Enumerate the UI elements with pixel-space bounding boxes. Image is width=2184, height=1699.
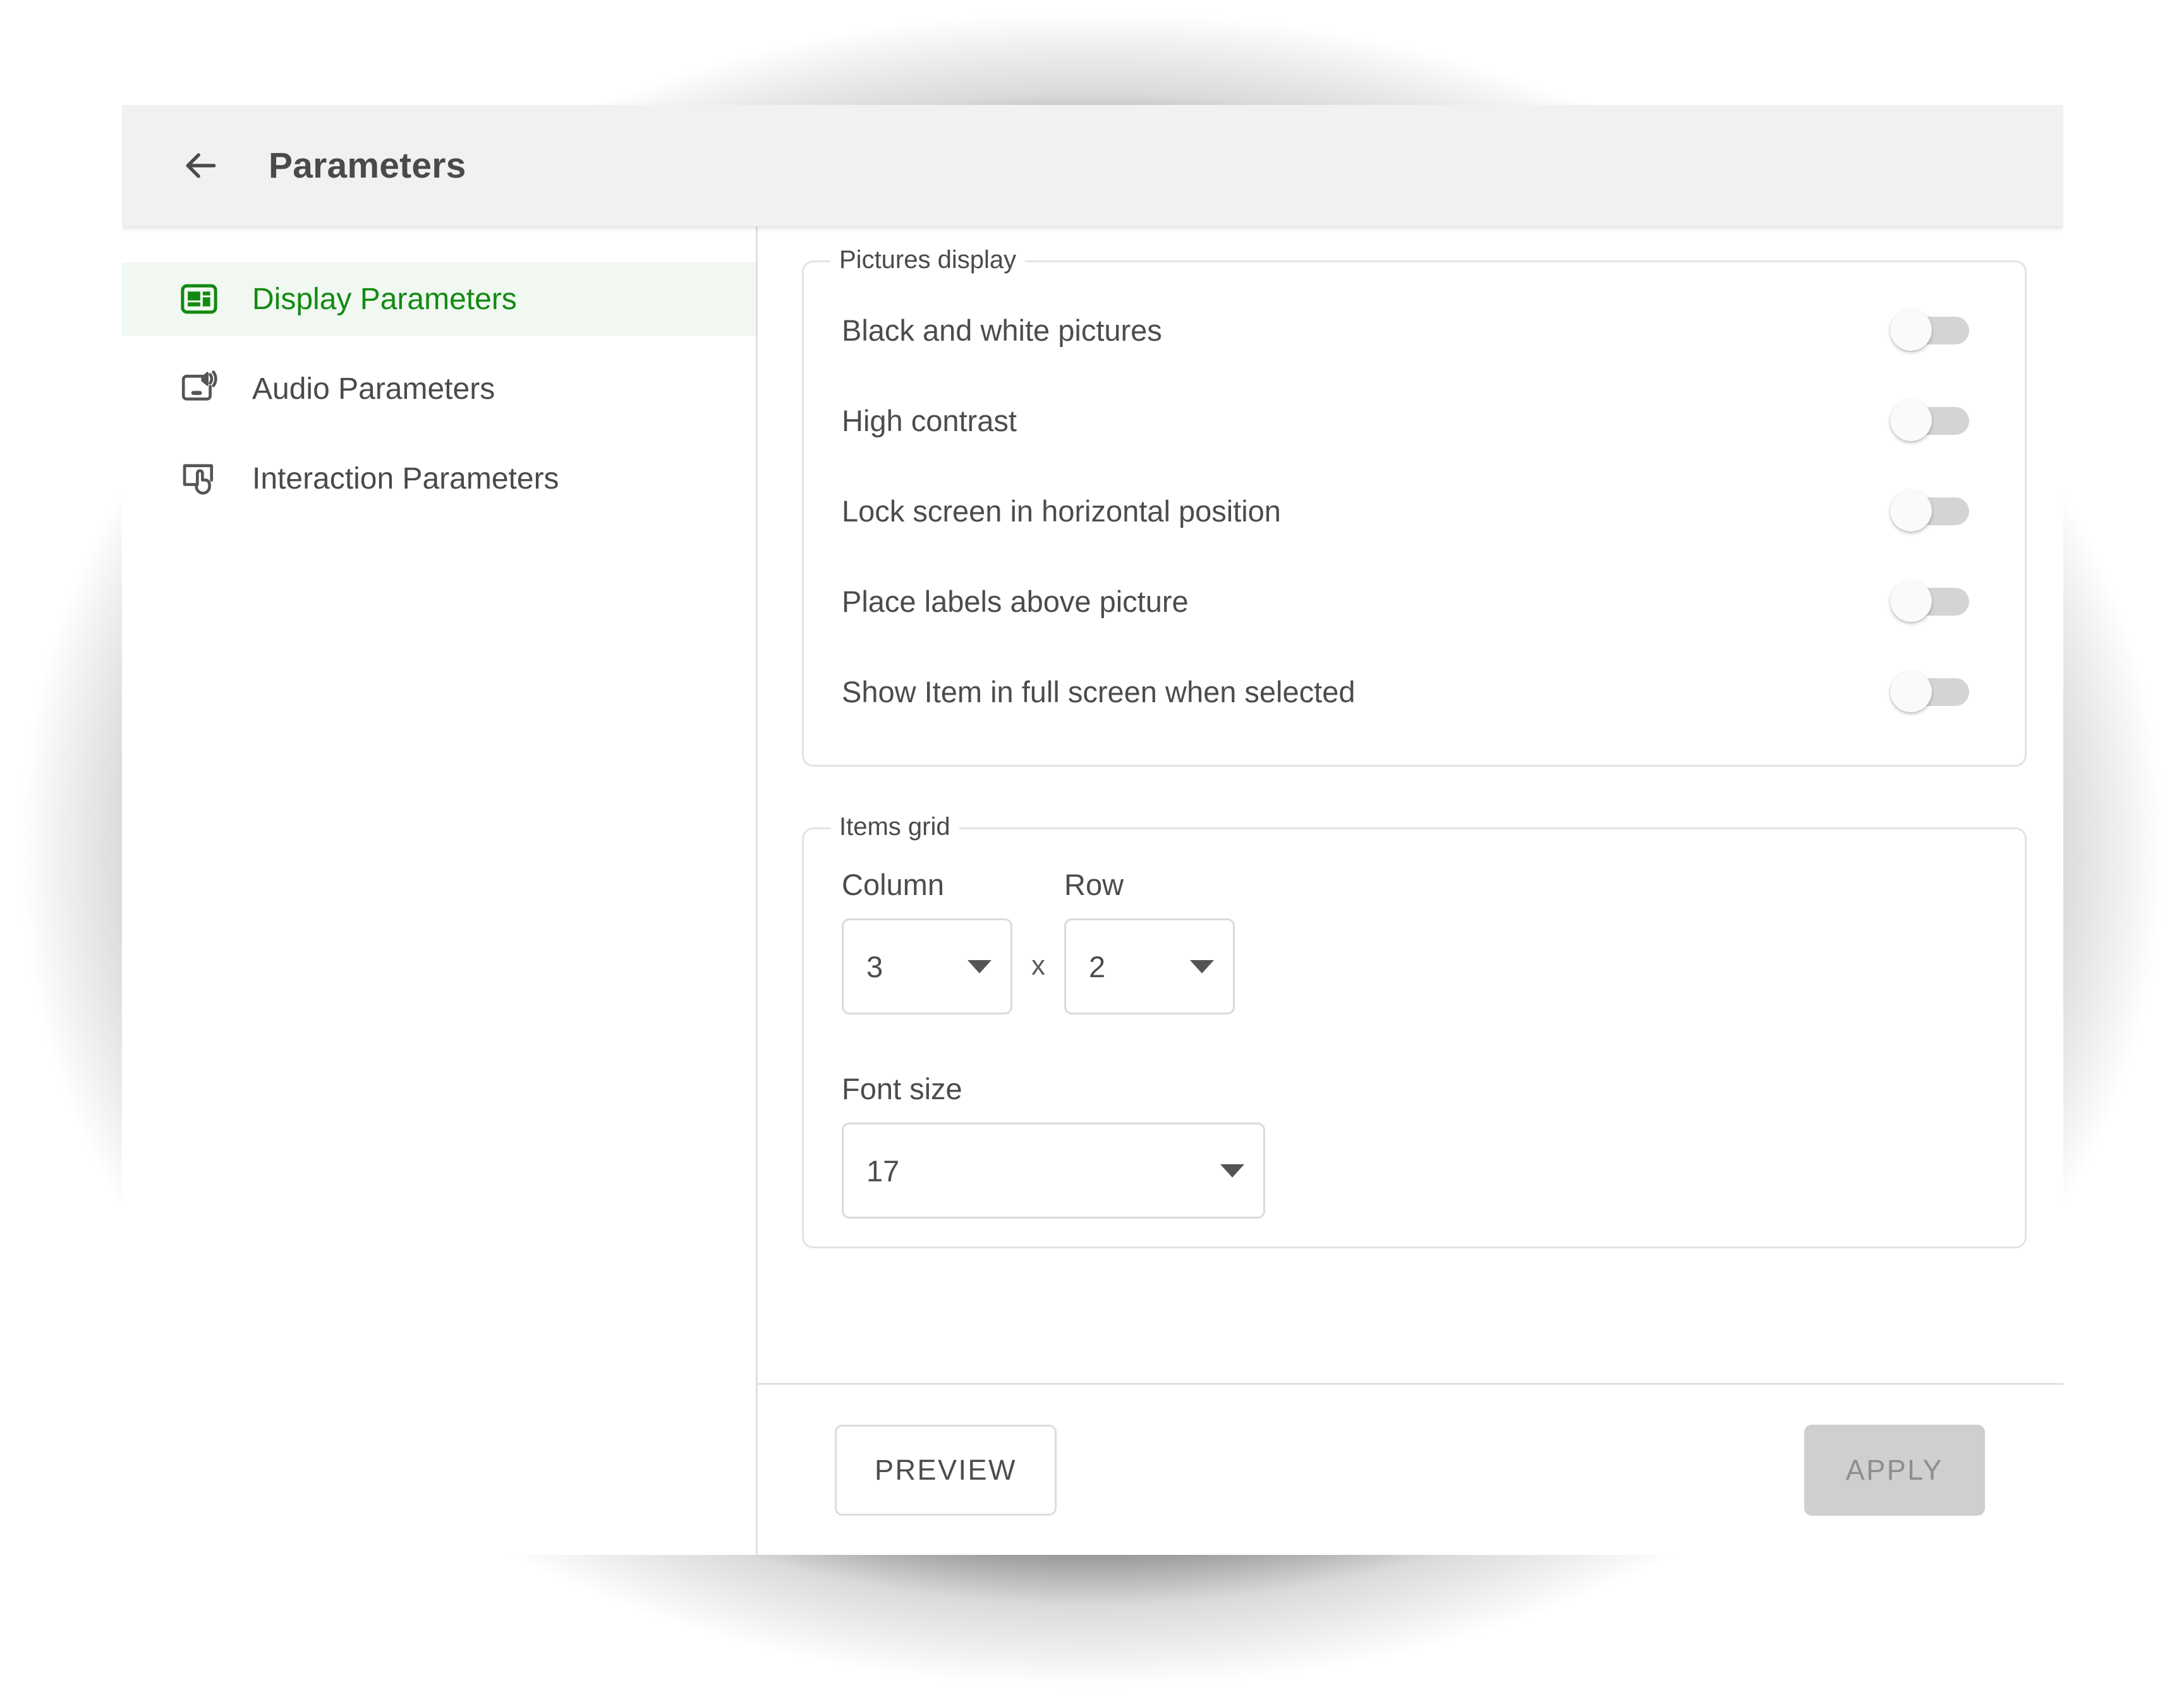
sidebar-item-display-parameters[interactable]: Display Parameters (122, 262, 756, 336)
font-size-field-group: Font size 17 (842, 1071, 1987, 1219)
toggle-thumb (1890, 670, 1932, 712)
chevron-down-icon (1220, 1164, 1244, 1178)
settings-sidebar: Display Parameters Audio Parameters Inte… (122, 226, 758, 1555)
dialog-body: Display Parameters Audio Parameters Inte… (122, 226, 2063, 1555)
toggle-high-contrast[interactable] (1890, 399, 1969, 441)
column-field-group: Column 3 (842, 867, 1012, 1014)
toggle-show-item-full-screen[interactable] (1890, 670, 1969, 712)
touch-screen-glyph (183, 464, 214, 495)
screen-speaker-glyph (181, 370, 217, 401)
grid-dimensions-row: Column 3 x Row 2 (842, 867, 1987, 1014)
row-field-group: Row 2 (1064, 867, 1235, 1014)
toggle-place-labels-above-picture[interactable] (1890, 580, 1969, 622)
chevron-down-icon (1190, 959, 1214, 973)
column-select[interactable]: 3 (842, 918, 1012, 1014)
setting-row-lock-screen-horizontal: Lock screen in horizontal position (842, 466, 1987, 556)
dialog-footer: PREVIEW APPLY (758, 1383, 2063, 1555)
row-label: Row (1064, 868, 1124, 901)
toggle-thumb (1890, 489, 1932, 532)
display-layout-glyph (181, 284, 217, 314)
sidebar-item-audio-parameters[interactable]: Audio Parameters (122, 352, 756, 425)
setting-row-black-and-white-pictures: Black and white pictures (842, 285, 1987, 375)
toggle-black-and-white-pictures[interactable] (1890, 308, 1969, 351)
setting-label: High contrast (842, 404, 1017, 437)
row-select[interactable]: 2 (1064, 918, 1235, 1014)
chevron-down-icon (968, 959, 992, 973)
setting-label: Place labels above picture (842, 585, 1189, 618)
column-select-value: 3 (866, 949, 883, 983)
toggle-thumb (1890, 308, 1932, 351)
pictures-display-section: Pictures display Black and white picture… (802, 246, 2027, 767)
parameters-dialog: Parameters Display Parameters Audio Para… (122, 105, 2063, 1555)
toggle-thumb (1890, 580, 1932, 622)
pictures-display-legend: Pictures display (830, 246, 1026, 274)
sidebar-item-label: Interaction Parameters (252, 461, 559, 496)
font-size-select-value: 17 (866, 1154, 900, 1188)
font-size-select[interactable]: 17 (842, 1123, 1265, 1219)
screen-canvas: Parameters Display Parameters Audio Para… (0, 0, 2184, 1699)
settings-scroll-area: Pictures display Black and white picture… (758, 226, 2063, 1383)
sidebar-item-interaction-parameters[interactable]: Interaction Parameters (122, 442, 756, 515)
preview-button[interactable]: PREVIEW (835, 1424, 1057, 1516)
arrow-left-icon[interactable] (174, 138, 228, 193)
font-size-label: Font size (842, 1072, 962, 1105)
setting-row-place-labels-above-picture: Place labels above picture (842, 556, 1987, 647)
column-label: Column (842, 868, 944, 901)
toggle-lock-screen-horizontal[interactable] (1890, 489, 1969, 532)
screen-speaker-icon (176, 366, 222, 411)
toggle-thumb (1890, 399, 1932, 441)
page-title: Parameters (269, 145, 466, 186)
items-grid-legend: Items grid (830, 813, 959, 841)
setting-label: Black and white pictures (842, 314, 1162, 347)
dialog-header: Parameters (122, 105, 2063, 226)
settings-content: Pictures display Black and white picture… (758, 226, 2063, 1555)
touch-screen-icon (176, 456, 222, 501)
setting-label: Lock screen in horizontal position (842, 494, 1281, 528)
display-layout-icon (176, 276, 222, 322)
arrow-left-glyph (186, 153, 216, 178)
sidebar-item-label: Audio Parameters (252, 372, 495, 406)
setting-row-high-contrast: High contrast (842, 375, 1987, 466)
row-select-value: 2 (1089, 949, 1106, 983)
items-grid-section: Items grid Column 3 x Row 2 Font size 17 (802, 813, 2027, 1248)
setting-label: Show Item in full screen when selected (842, 675, 1356, 709)
sidebar-item-label: Display Parameters (252, 282, 517, 316)
grid-separator: x (1031, 950, 1045, 981)
setting-row-show-item-full-screen: Show Item in full screen when selected (842, 647, 1987, 737)
apply-button[interactable]: APPLY (1804, 1424, 1985, 1516)
